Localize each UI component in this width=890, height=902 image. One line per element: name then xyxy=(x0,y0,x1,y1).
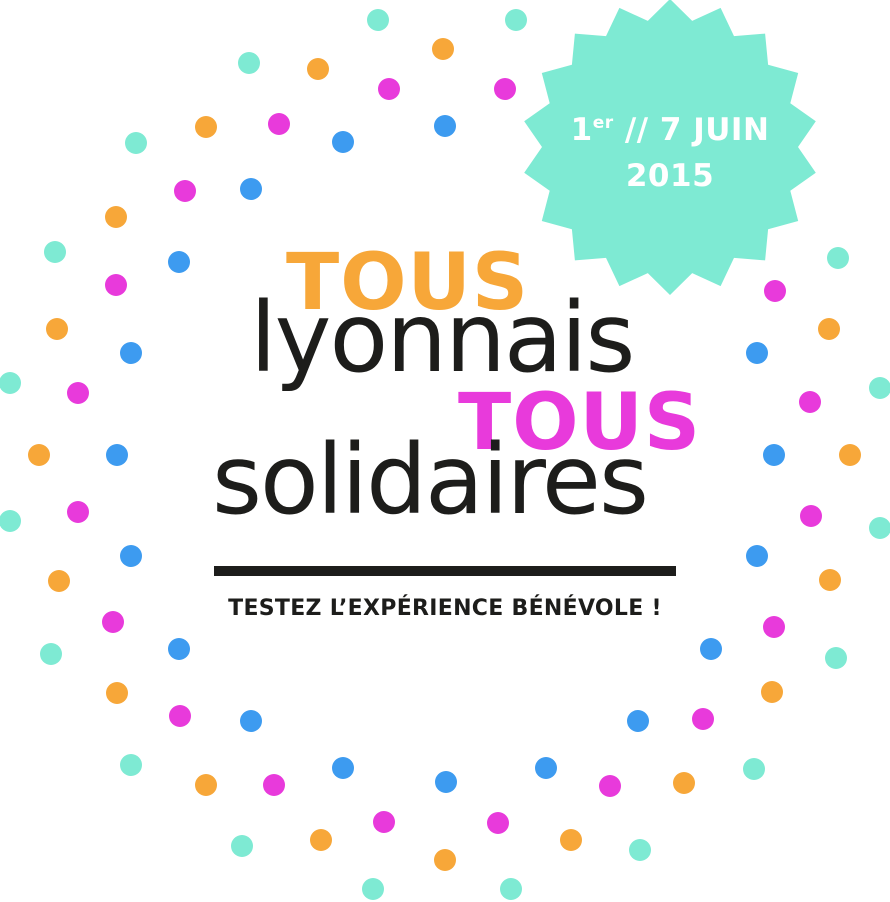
confetti-dot xyxy=(800,505,822,527)
confetti-dot xyxy=(106,444,128,466)
confetti-dot xyxy=(238,52,260,74)
confetti-dot xyxy=(120,545,142,567)
poster: 1er // 7 JUIN 2015 TOUS lyonnais TOUS so… xyxy=(0,0,890,902)
confetti-dot xyxy=(494,78,516,100)
confetti-dot xyxy=(746,545,768,567)
confetti-dot xyxy=(195,774,217,796)
confetti-dot xyxy=(48,570,70,592)
confetti-dot xyxy=(505,9,527,31)
confetti-dot xyxy=(746,342,768,364)
confetti-dot xyxy=(869,377,890,399)
confetti-dot xyxy=(263,774,285,796)
confetti-dot xyxy=(40,643,62,665)
confetti-dot xyxy=(763,444,785,466)
confetti-dot xyxy=(125,132,147,154)
confetti-dot xyxy=(500,878,522,900)
confetti-dot xyxy=(869,517,890,539)
confetti-dot xyxy=(629,839,651,861)
confetti-dot xyxy=(67,382,89,404)
confetti-dot xyxy=(169,705,191,727)
date-badge-dates: 1er // 7 JUIN xyxy=(570,112,770,148)
confetti-dot xyxy=(761,681,783,703)
confetti-dot xyxy=(44,241,66,263)
confetti-dot xyxy=(240,710,262,732)
confetti-dot xyxy=(168,251,190,273)
confetti-dot xyxy=(799,391,821,413)
confetti-dot xyxy=(268,113,290,135)
confetti-dot xyxy=(362,878,384,900)
confetti-dot xyxy=(818,318,840,340)
confetti-dot xyxy=(434,849,456,871)
confetti-dot xyxy=(105,274,127,296)
confetti-dot xyxy=(195,116,217,138)
confetti-dot xyxy=(827,247,849,269)
confetti-dot xyxy=(535,757,557,779)
confetti-dot xyxy=(174,180,196,202)
confetti-dot xyxy=(106,682,128,704)
confetti-dot xyxy=(825,647,847,669)
confetti-dot xyxy=(700,638,722,660)
confetti-dot xyxy=(673,772,695,794)
confetti-dot xyxy=(373,811,395,833)
confetti-dot xyxy=(102,611,124,633)
confetti-dot xyxy=(0,372,21,394)
confetti-dot xyxy=(378,78,400,100)
confetti-dot xyxy=(332,757,354,779)
confetti-dot xyxy=(560,829,582,851)
confetti-dot xyxy=(332,131,354,153)
date-badge-year: 2015 xyxy=(625,158,715,194)
confetti-dot xyxy=(105,206,127,228)
confetti-dot xyxy=(599,775,621,797)
divider-rule xyxy=(214,566,676,576)
confetti-dot xyxy=(168,638,190,660)
title-lyonnais: lyonnais xyxy=(250,282,635,394)
confetti-dot xyxy=(743,758,765,780)
confetti-dot xyxy=(819,569,841,591)
confetti-dot xyxy=(28,444,50,466)
title-solidaires: solidaires xyxy=(212,424,649,536)
confetti-dot xyxy=(627,710,649,732)
confetti-dot xyxy=(120,342,142,364)
confetti-dot xyxy=(839,444,861,466)
confetti-dot xyxy=(310,829,332,851)
confetti-dot xyxy=(435,771,457,793)
confetti-dot xyxy=(67,501,89,523)
confetti-dot xyxy=(764,280,786,302)
confetti-dot xyxy=(763,616,785,638)
confetti-dot xyxy=(231,835,253,857)
confetti-dot xyxy=(120,754,142,776)
confetti-dot xyxy=(434,115,456,137)
confetti-dot xyxy=(0,510,21,532)
confetti-dot xyxy=(240,178,262,200)
confetti-dot xyxy=(692,708,714,730)
confetti-dot xyxy=(487,812,509,834)
confetti-dot xyxy=(307,58,329,80)
confetti-dot xyxy=(367,9,389,31)
confetti-dot xyxy=(432,38,454,60)
tagline: TESTEZ L’EXPÉRIENCE BÉNÉVOLE ! xyxy=(228,596,662,621)
confetti-dot xyxy=(46,318,68,340)
